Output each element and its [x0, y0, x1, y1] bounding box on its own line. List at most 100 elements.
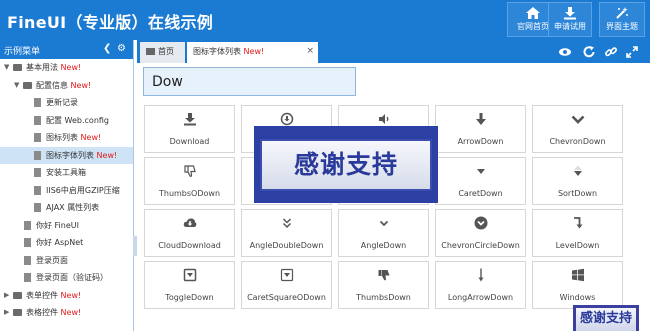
- sidebar-item-label: 图标列表: [46, 133, 78, 142]
- home-icon: [526, 7, 540, 19]
- folder-icon: [13, 64, 22, 71]
- caret-right-icon[interactable]: ▶: [4, 304, 9, 322]
- sidebar-item[interactable]: 更新记录: [0, 94, 133, 112]
- sidebar-item[interactable]: 安装工具箱: [0, 164, 133, 182]
- sidebar: 示例菜单 ❮ ⚙ ▼ 基本用法 New! ▼ 配置信息 New! 更新记录 配置 Web…: [0, 40, 134, 331]
- icon-card-label: ChevronDown: [549, 137, 606, 146]
- sidebar-item[interactable]: 你好 FineUI: [0, 217, 133, 235]
- caret-down-icon[interactable]: ▼: [4, 59, 9, 77]
- toggle-down-icon: [183, 268, 197, 282]
- icon-card[interactable]: CaretSquareODown: [241, 261, 332, 309]
- file-icon: [34, 168, 41, 177]
- sidebar-item-label: AJAX 属性列表: [46, 203, 100, 212]
- caret-down-icon: [477, 169, 485, 174]
- volume-down-icon: [379, 114, 389, 124]
- icon-card[interactable]: ThumbsDown: [338, 261, 429, 309]
- sidebar-item[interactable]: 登录页面: [0, 252, 133, 270]
- sidebar-item[interactable]: 配置 Web.config: [0, 112, 133, 130]
- icon-search-input[interactable]: [143, 67, 356, 96]
- menu-tree: ▼ 基本用法 New! ▼ 配置信息 New! 更新记录 配置 Web.config 图…: [0, 59, 133, 322]
- sidebar-item-label: 基本用法: [26, 63, 58, 72]
- refresh-icon[interactable]: [582, 45, 596, 59]
- ui-theme-button[interactable]: 界面主题: [599, 2, 645, 37]
- angle-down-icon: [379, 220, 389, 227]
- collapse-icon[interactable]: ❮: [103, 43, 111, 54]
- sort-down-icon: [574, 165, 582, 176]
- icon-card[interactable]: CaretDown: [435, 157, 526, 205]
- sidebar-item-label: 表格控件: [26, 308, 58, 317]
- new-badge: New!: [60, 308, 82, 317]
- icon-card-label: ArrowDown: [457, 137, 504, 146]
- app-title: FineUI（专业版）在线示例: [7, 13, 214, 32]
- cloud-download-icon: [183, 218, 197, 227]
- folder-icon: [13, 291, 22, 299]
- icon-card[interactable]: Download: [144, 105, 235, 153]
- maximize-icon[interactable]: [625, 45, 639, 59]
- sidebar-item[interactable]: ▼ 配置信息 New!: [0, 77, 133, 95]
- file-icon: [34, 98, 41, 107]
- file-icon: [34, 133, 41, 142]
- sidebar-item-label: 更新记录: [46, 98, 78, 107]
- icon-card[interactable]: Windows: [532, 261, 623, 309]
- icon-card[interactable]: ChevronDown: [532, 105, 623, 153]
- tab-icon-font-list[interactable]: 图标字体列表 New! ×: [187, 42, 318, 63]
- link-icon[interactable]: [604, 45, 618, 59]
- sidebar-item[interactable]: 图标字体列表 New!: [0, 146, 133, 164]
- sidebar-item-label: 图标字体列表: [46, 150, 94, 160]
- sidebar-item[interactable]: IIS6中启用GZIP压缩: [0, 182, 133, 200]
- thumbs-o-down-icon: [184, 165, 196, 177]
- new-badge: New!: [60, 63, 82, 72]
- icon-card[interactable]: AngleDown: [338, 209, 429, 257]
- file-icon: [24, 238, 31, 247]
- sidebar-header: 示例菜单 ❮ ⚙: [0, 40, 133, 59]
- folder-icon: [23, 81, 32, 89]
- icon-card-label: ChevronCircleDown: [441, 241, 520, 250]
- chevron-circle-down-icon: [474, 216, 488, 230]
- tab-bar: 首页 图标字体列表 New! ×: [137, 40, 650, 63]
- icon-card-label: AngleDoubleDown: [249, 241, 324, 250]
- home-tab-icon: [146, 48, 155, 55]
- sidebar-item[interactable]: ▶ 表格控件 New!: [0, 304, 133, 322]
- file-icon: [34, 115, 41, 125]
- magic-wand-icon: [616, 7, 628, 19]
- app-header: FineUI（专业版）在线示例 官网首页 申请试用 界面主题: [0, 0, 650, 40]
- icon-card-label: CaretDown: [458, 189, 503, 198]
- icon-card[interactable]: LongArrowDown: [435, 261, 526, 309]
- apply-trial-button[interactable]: 申请试用: [548, 2, 592, 37]
- icon-card[interactable]: ToggleDown: [144, 261, 235, 309]
- thanks-logo-small-text: 感谢支持: [576, 308, 636, 331]
- sidebar-item[interactable]: ▶ 表单控件 New!: [0, 287, 133, 305]
- sidebar-item[interactable]: 图标列表 New!: [0, 129, 133, 147]
- thumbs-down-icon: [378, 270, 390, 281]
- sidebar-item[interactable]: 登录页面（验证码）: [0, 269, 133, 287]
- eye-icon[interactable]: [558, 45, 572, 59]
- icon-card[interactable]: ArrowDown: [435, 105, 526, 153]
- folder-icon: [13, 309, 22, 316]
- icon-card[interactable]: CloudDownload: [144, 209, 235, 257]
- new-badge: New!: [96, 150, 118, 160]
- sidebar-item-label: 配置信息: [36, 80, 68, 90]
- sidebar-item-label: 登录页面: [36, 255, 68, 265]
- sidebar-item[interactable]: AJAX 属性列表: [0, 199, 133, 217]
- apply-trial-label: 申请试用: [554, 22, 586, 31]
- tab-home[interactable]: 首页: [140, 42, 185, 63]
- circle-download-icon: [280, 112, 294, 126]
- icon-card[interactable]: LevelDown: [532, 209, 623, 257]
- icon-card[interactable]: ChevronCircleDown: [435, 209, 526, 257]
- sidebar-title: 示例菜单: [4, 47, 41, 57]
- caret-right-icon[interactable]: ▶: [4, 287, 9, 305]
- sidebar-item[interactable]: 你好 AspNet: [0, 234, 133, 252]
- sidebar-item[interactable]: ▼ 基本用法 New!: [0, 59, 133, 77]
- arrow-down-icon: [476, 113, 486, 125]
- sidebar-item-label: 配置 Web.config: [46, 115, 110, 125]
- icon-card[interactable]: AngleDoubleDown: [241, 209, 332, 257]
- angle-double-down-icon: [282, 218, 292, 229]
- new-badge: New!: [80, 133, 102, 142]
- caret-down-icon[interactable]: ▼: [14, 77, 19, 95]
- gear-icon[interactable]: ⚙: [117, 43, 126, 54]
- close-icon[interactable]: ×: [306, 41, 314, 61]
- icon-card-label: Download: [169, 137, 210, 146]
- icon-card[interactable]: ThumbsODown: [144, 157, 235, 205]
- new-badge: New!: [70, 80, 92, 90]
- icon-card[interactable]: SortDown: [532, 157, 623, 205]
